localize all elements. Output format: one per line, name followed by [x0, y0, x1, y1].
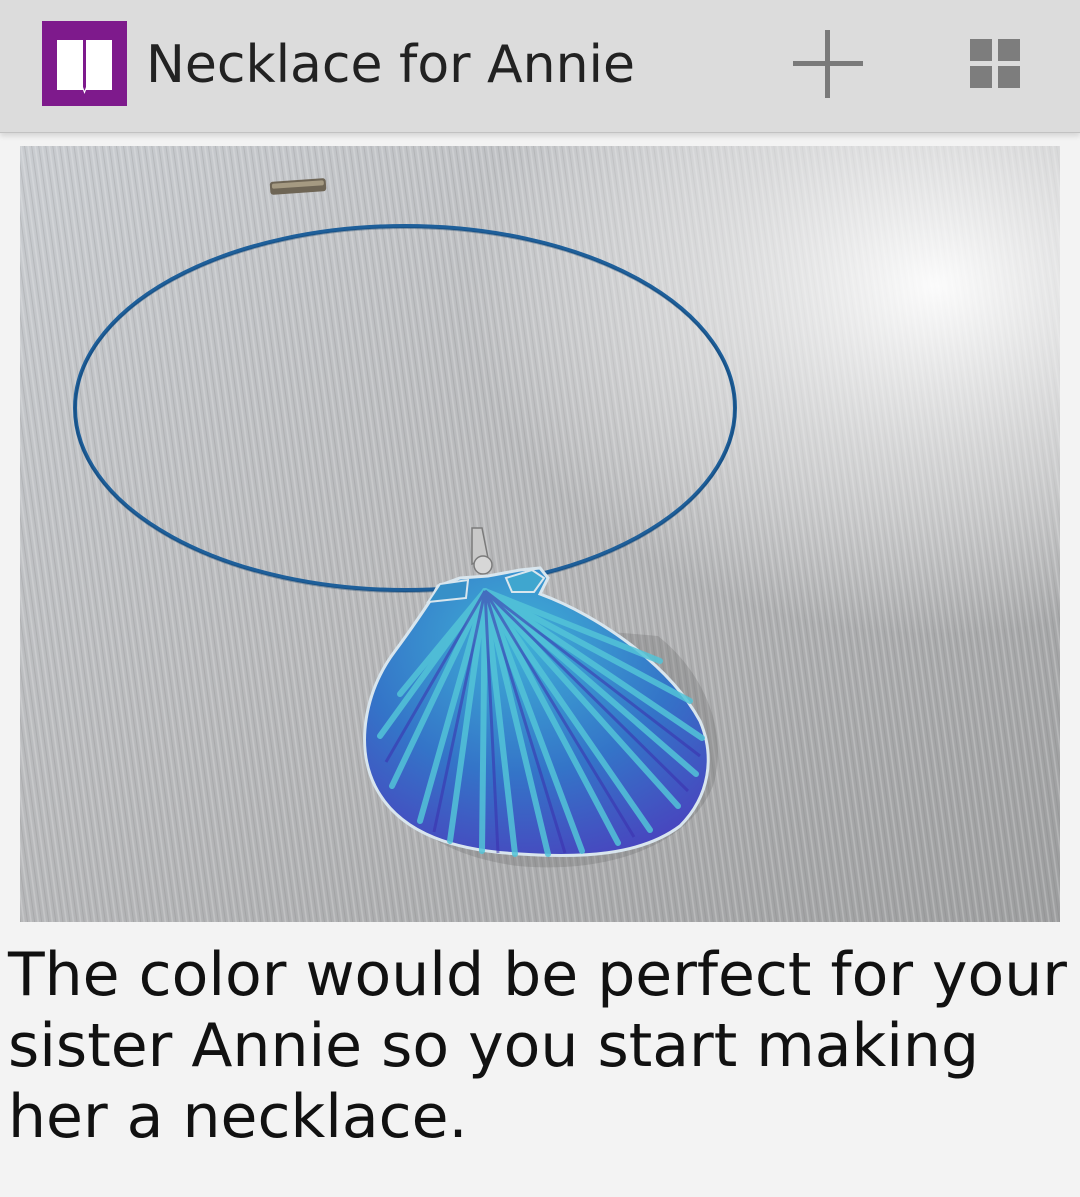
story-caption: The color would be perfect for your sist… [8, 940, 1067, 1152]
add-button[interactable] [790, 26, 866, 102]
action-bar: Necklace for Annie [0, 0, 1080, 133]
page-title: Necklace for Annie [146, 35, 635, 95]
plus-icon [793, 30, 863, 98]
book-icon[interactable] [42, 21, 127, 106]
grid-icon [970, 39, 1020, 88]
view-toggle-button[interactable] [966, 36, 1024, 92]
seashell-necklace-photo [20, 146, 1060, 922]
